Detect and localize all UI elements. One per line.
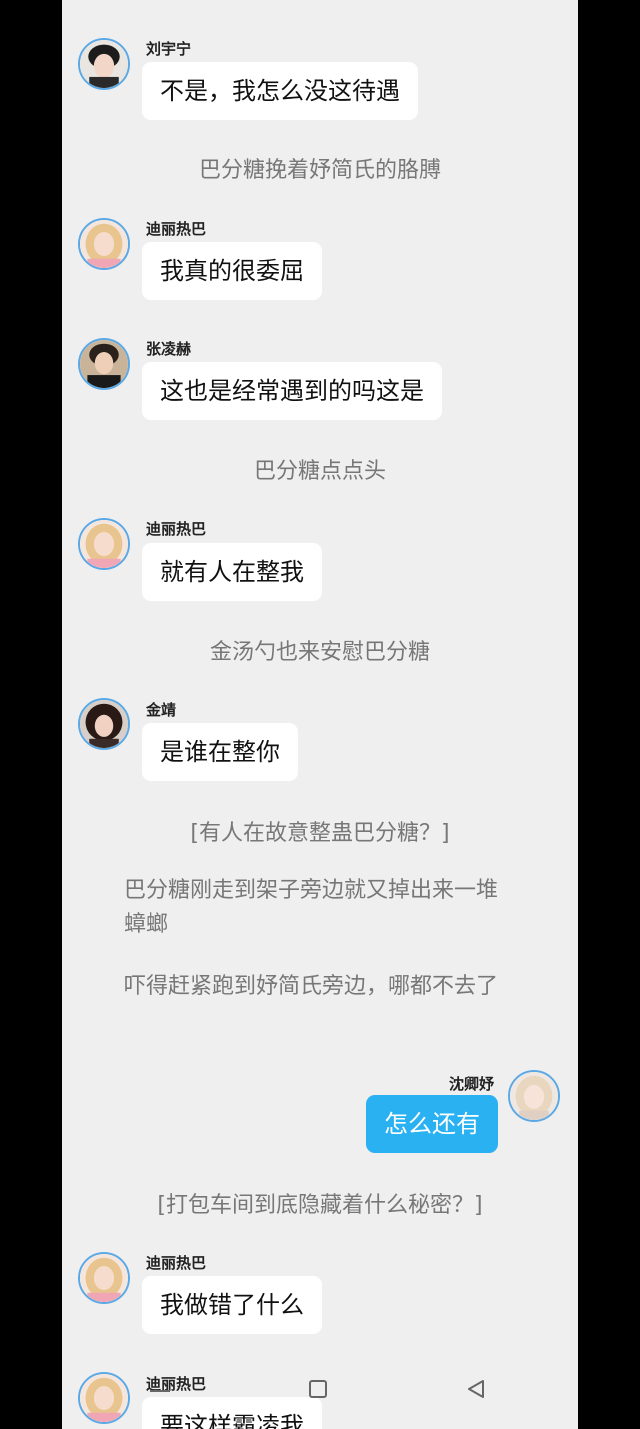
sender-name: 迪丽热巴 (146, 520, 207, 538)
sender-name: 迪丽热巴 (146, 1254, 207, 1272)
avatar[interactable] (508, 1070, 560, 1122)
sender-name: 迪丽热巴 (146, 220, 207, 238)
narration-text: [有人在故意整蛊巴分糖？] (190, 821, 450, 846)
avatar-male-1-icon (80, 40, 128, 88)
narration-text: 巴分糖点点头 (253, 459, 386, 484)
message-bubble[interactable]: 我做错了什么 (142, 1276, 322, 1334)
message-bubble[interactable]: 不是，我怎么没这待遇 (142, 62, 418, 120)
avatar-male-2-icon (80, 340, 128, 388)
message-bubble[interactable]: 我真的很委屈 (142, 242, 322, 300)
sender-name: 金靖 (146, 701, 177, 719)
avatar[interactable] (78, 218, 130, 270)
navigation-bar (62, 1360, 578, 1420)
avatar[interactable] (78, 38, 130, 90)
sender-name: 张凌赫 (146, 340, 192, 358)
narration-text: 巴分糖挽着妤简氏的胳膊 (198, 158, 441, 183)
avatar[interactable] (78, 1252, 130, 1304)
narration-paragraph: 吓得赶紧跑到妤简氏旁边，哪都不去了 (124, 974, 499, 999)
back-triangle-icon[interactable] (466, 1379, 486, 1399)
avatar-female-blonde-icon (80, 520, 128, 568)
chat-screen: 刘宇宁 不是，我怎么没这待遇 巴分糖挽着妤简氏的胳膊 迪丽热巴 我真的很委屈 张… (62, 0, 578, 1429)
sender-name: 刘宇宁 (146, 40, 192, 58)
message-bubble[interactable]: 就有人在整我 (142, 543, 322, 601)
narration-text: 金汤勺也来安慰巴分糖 (209, 640, 430, 665)
avatar[interactable] (78, 338, 130, 390)
avatar[interactable] (78, 518, 130, 570)
message-bubble[interactable]: 怎么还有 (366, 1095, 498, 1153)
message-bubble[interactable]: 这也是经常遇到的吗这是 (142, 362, 442, 420)
avatar-female-dark-icon (80, 700, 128, 748)
menu-icon[interactable] (150, 1390, 170, 1392)
message-bubble[interactable]: 是谁在整你 (142, 723, 298, 781)
sender-name: 沈卿妤 (448, 1075, 494, 1093)
avatar-female-blonde-icon (80, 220, 128, 268)
avatar-female-blonde-icon (80, 1254, 128, 1302)
avatar[interactable] (78, 698, 130, 750)
narration-text: [打包车间到底隐藏着什么秘密？] (157, 1193, 483, 1218)
avatar-female-light-icon (510, 1072, 558, 1120)
home-square-icon[interactable] (309, 1380, 327, 1398)
narration-paragraph: 巴分糖刚走到架子旁边就又掉出来一堆蟑螂 (124, 878, 499, 937)
